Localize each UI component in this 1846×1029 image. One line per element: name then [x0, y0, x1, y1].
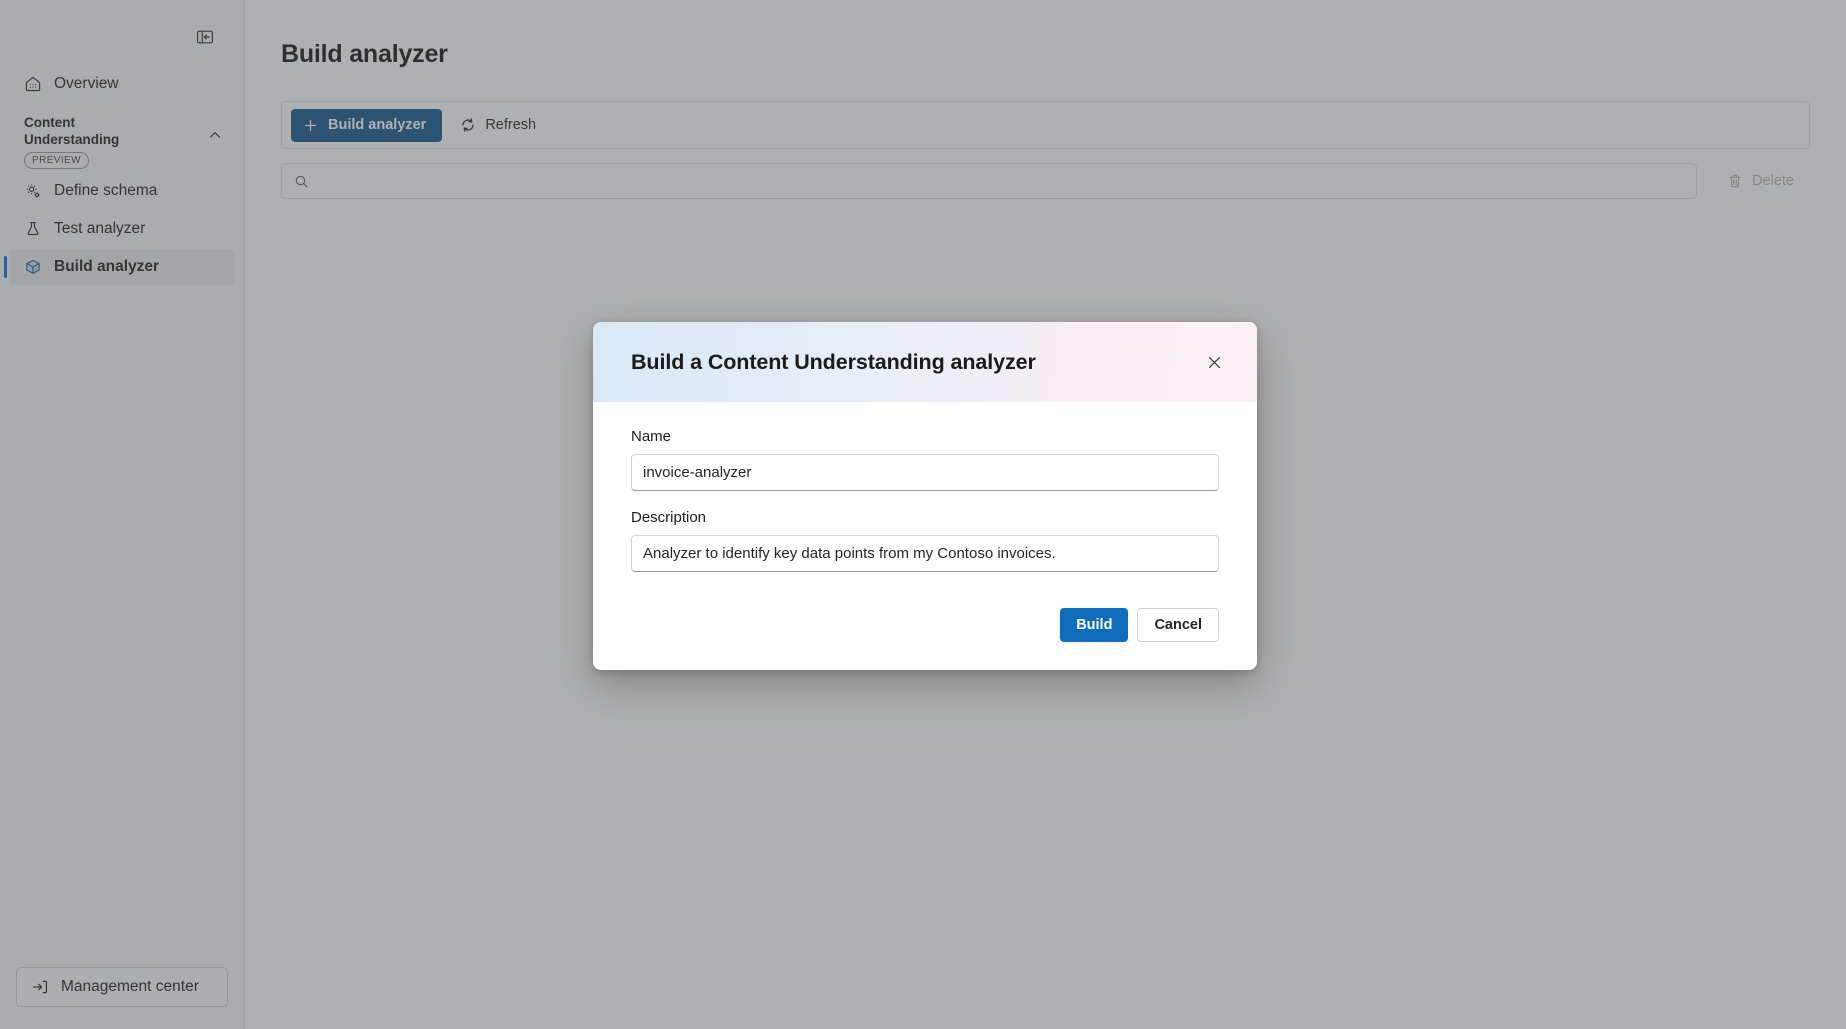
description-field-group: Description [631, 509, 1219, 572]
dialog-body: Name Description [593, 402, 1257, 596]
name-input[interactable] [631, 454, 1219, 491]
cancel-button[interactable]: Cancel [1137, 608, 1219, 642]
app-window: Overview Content Understanding PREVIEW D… [0, 0, 1846, 1029]
description-field-label: Description [631, 509, 707, 526]
name-field-group: Name [631, 428, 1219, 491]
close-icon[interactable] [1197, 345, 1231, 379]
dialog-header: Build a Content Understanding analyzer [593, 322, 1257, 402]
dialog-footer: Build Cancel [593, 596, 1257, 670]
description-input[interactable] [631, 535, 1219, 572]
dialog-title: Build a Content Understanding analyzer [631, 349, 1036, 374]
build-submit-button[interactable]: Build [1060, 608, 1129, 642]
name-field-label: Name [631, 428, 672, 445]
build-analyzer-dialog: Build a Content Understanding analyzer N… [593, 322, 1257, 670]
